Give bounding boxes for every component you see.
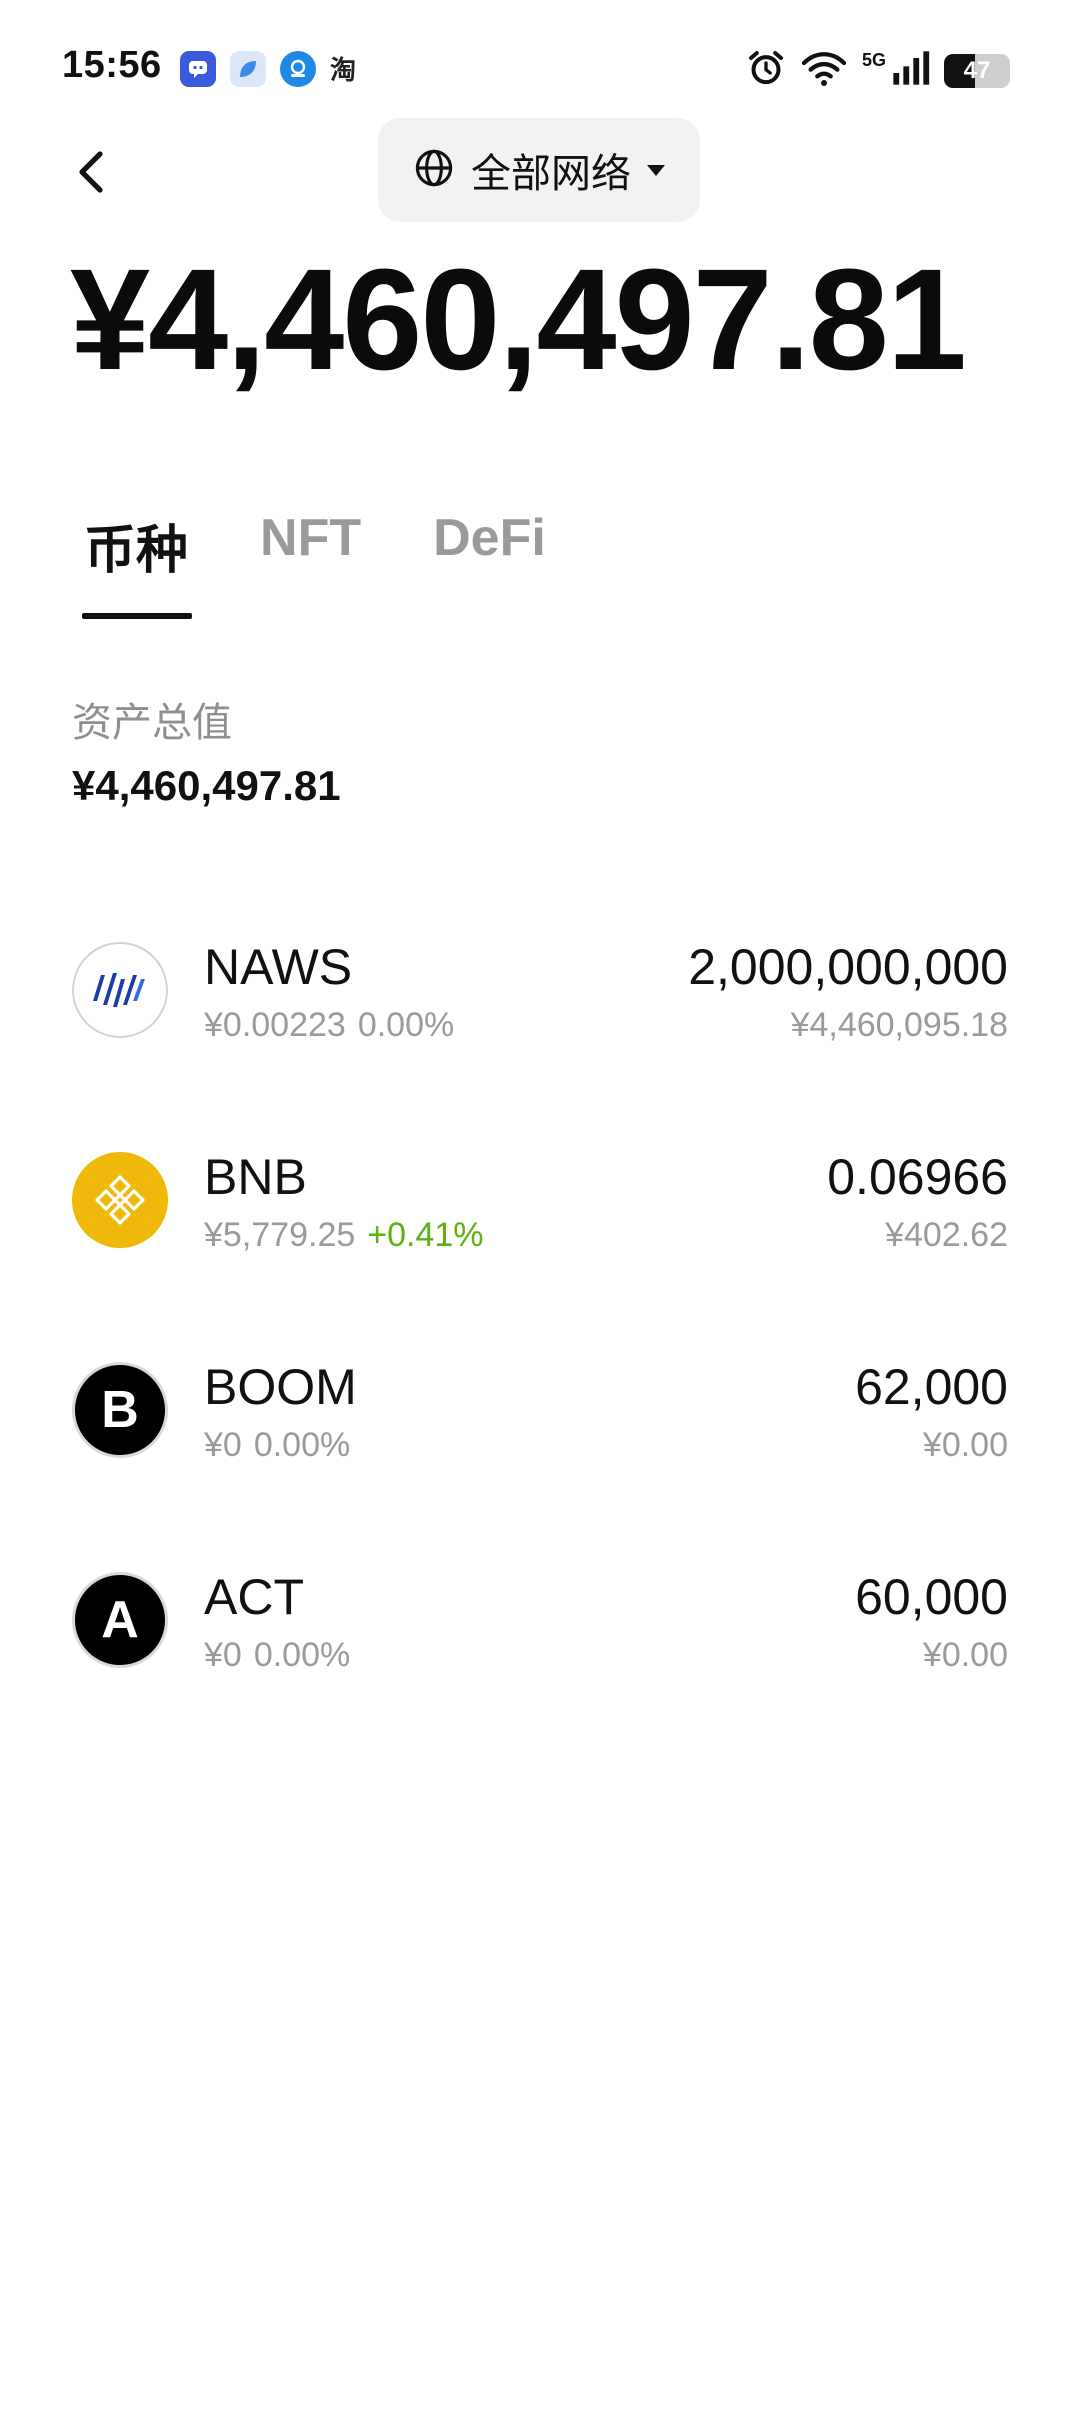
battery-icon: 47: [944, 53, 1010, 88]
asset-total-value: ¥4,460,497.81: [72, 762, 341, 809]
network-selector-label: 全部网络: [471, 152, 631, 196]
token-price-row: ¥0 0.00%: [204, 1426, 350, 1465]
token-symbol: NAWS: [204, 939, 353, 995]
token-change: 0.00%: [253, 1636, 351, 1674]
token-price-row: ¥5,779.25 +0.41%: [204, 1216, 484, 1255]
token-amount: 2,000,000,000: [688, 939, 1008, 995]
token-price: ¥0: [204, 1426, 242, 1464]
app-notification-icon: [280, 50, 316, 87]
signal-icon: [890, 48, 930, 93]
token-price-row: ¥0 0.00%: [204, 1636, 350, 1675]
token-amount: 0.06966: [827, 1149, 1008, 1205]
token-change: 0.00%: [357, 1006, 455, 1044]
asset-total-label: 资产总值: [72, 701, 232, 745]
token-price: ¥5,779.25: [204, 1216, 356, 1254]
back-button[interactable]: [60, 140, 120, 204]
token-amount: 60,000: [855, 1569, 1008, 1625]
globe-icon: [413, 147, 455, 194]
token-value: ¥402.62: [885, 1216, 1008, 1254]
app-notification-icon: [230, 50, 266, 87]
caret-down-icon: [647, 164, 665, 176]
token-value: ¥0.00: [922, 1426, 1008, 1464]
token-amount: 62,000: [855, 1359, 1008, 1415]
token-row-bnb[interactable]: BNB ¥5,779.25 +0.41% 0.06966 ¥402.62: [72, 1118, 1008, 1328]
status-time: 15:56: [62, 44, 162, 86]
total-balance: ¥4,460,497.81: [70, 239, 967, 400]
token-price: ¥0: [204, 1636, 242, 1674]
tab-defi[interactable]: DeFi: [433, 508, 546, 604]
token-value: ¥0.00: [922, 1636, 1008, 1674]
token-symbol: BOOM: [204, 1359, 357, 1415]
token-change: 0.00%: [253, 1426, 351, 1464]
network-type-label: 5G: [861, 50, 886, 70]
battery-level: 47: [963, 56, 991, 84]
naws-logo-icon: [72, 942, 168, 1038]
token-row-boom[interactable]: B BOOM ¥0 0.00% 62,000 ¥0.00: [72, 1328, 1008, 1538]
token-row-act[interactable]: A ACT ¥0 0.00% 60,000 ¥0.00: [72, 1538, 1008, 1748]
token-symbol: ACT: [204, 1569, 304, 1625]
token-symbol: BNB: [204, 1149, 307, 1205]
taobao-notification-icon: 淘: [330, 55, 357, 85]
asset-tabs: 币种 NFT DeFi: [81, 508, 546, 619]
app-notification-icon: [180, 50, 216, 87]
boom-logo-icon: B: [72, 1362, 168, 1458]
wifi-icon: [800, 48, 848, 93]
chevron-left-icon: [79, 151, 103, 193]
network-selector-button[interactable]: 全部网络: [378, 118, 700, 222]
token-list: NAWS ¥0.00223 0.00% 2,000,000,000 ¥4,460…: [72, 908, 1008, 1748]
act-logo-icon: A: [72, 1572, 168, 1668]
token-price: ¥0.00223: [204, 1006, 346, 1044]
bnb-logo-icon: [72, 1152, 168, 1248]
token-row-naws[interactable]: NAWS ¥0.00223 0.00% 2,000,000,000 ¥4,460…: [72, 908, 1008, 1118]
alarm-icon: [746, 48, 786, 93]
system-icons: 5G 47: [746, 48, 1010, 93]
tab-tokens[interactable]: 币种: [81, 508, 193, 619]
token-change: +0.41%: [367, 1216, 484, 1254]
tab-nft[interactable]: NFT: [260, 508, 361, 604]
notification-icons: 淘: [180, 50, 356, 87]
token-value: ¥4,460,095.18: [790, 1006, 1008, 1044]
token-price-row: ¥0.00223 0.00%: [204, 1006, 454, 1045]
